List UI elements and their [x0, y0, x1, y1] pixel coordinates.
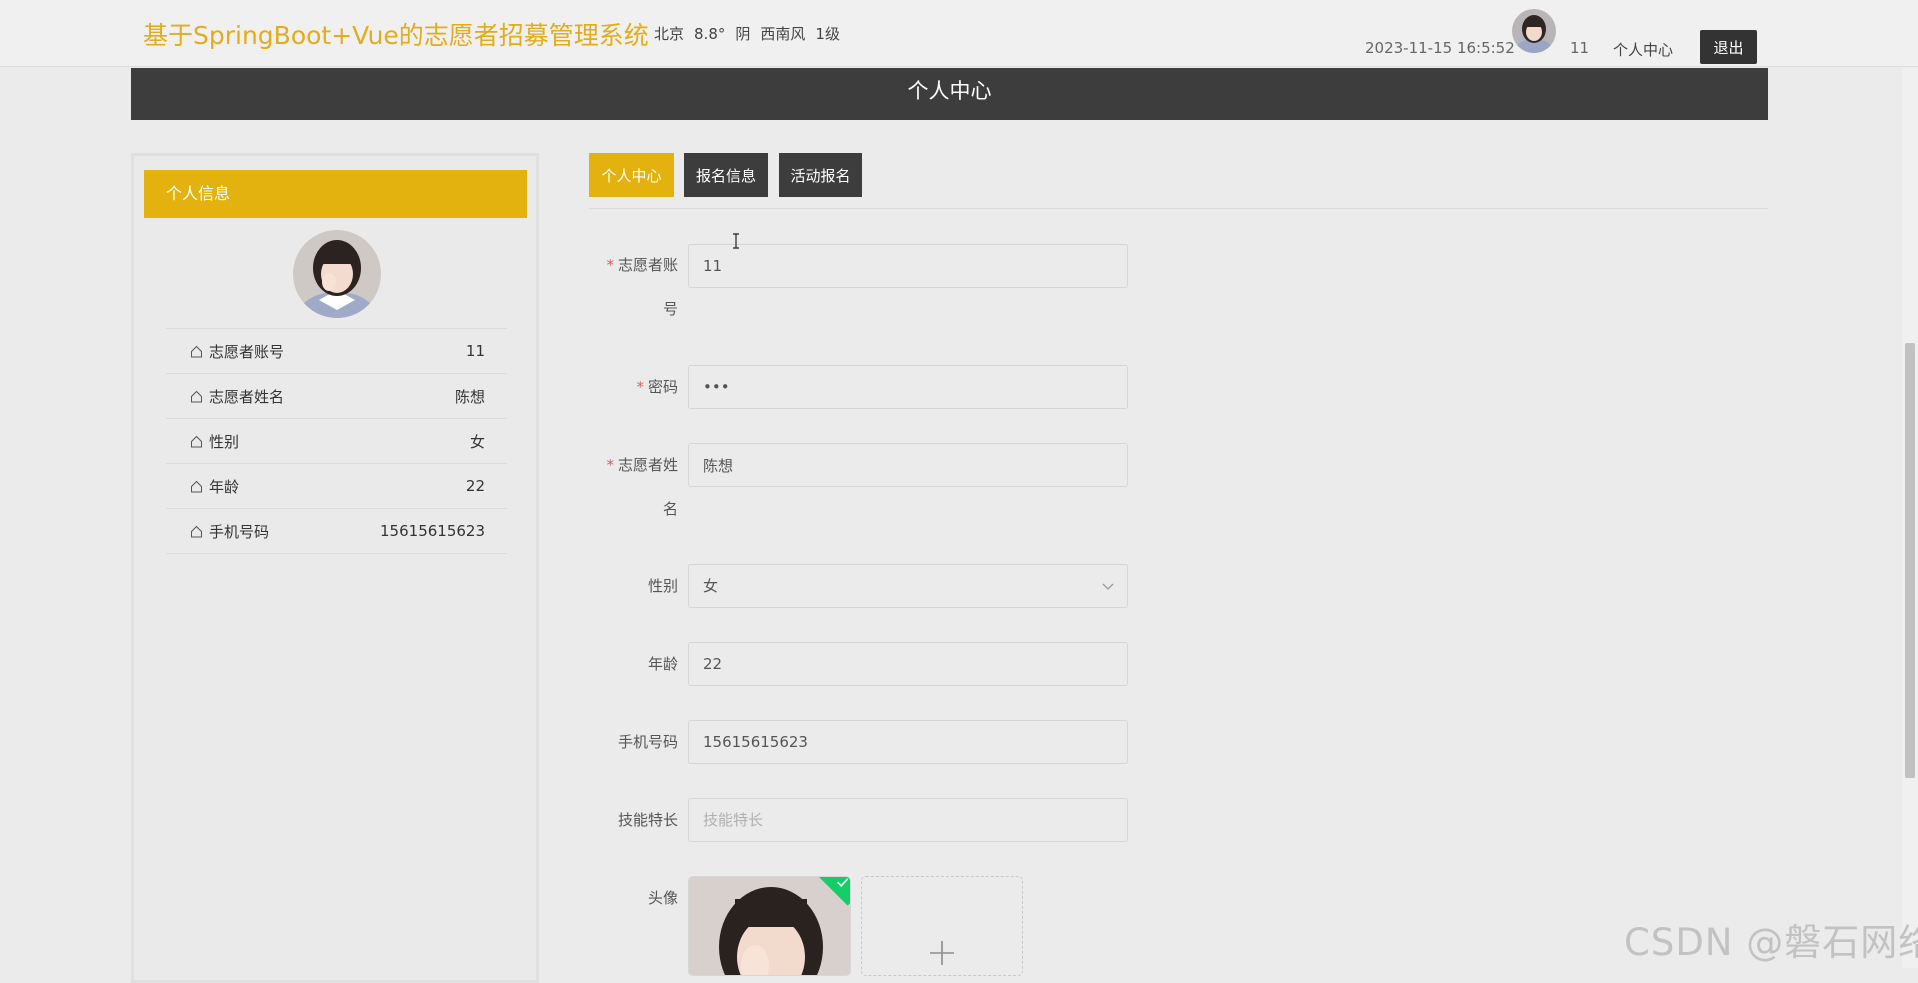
- tabs-divider: [589, 208, 1768, 209]
- info-value: 11: [465, 342, 485, 360]
- user-avatar[interactable]: [1512, 9, 1556, 53]
- account-label: * 志愿者账: [606, 256, 678, 274]
- uploaded-avatar-thumbnail[interactable]: [688, 876, 851, 976]
- profile-link[interactable]: 个人中心: [1613, 39, 1673, 60]
- gender-label: 性别: [647, 577, 678, 595]
- password-label: * 密码: [636, 378, 678, 396]
- scrollbar-thumb[interactable]: [1905, 343, 1915, 778]
- password-input[interactable]: [688, 365, 1128, 409]
- info-label: 性别: [209, 432, 240, 451]
- tab-personal-center[interactable]: 个人中心: [589, 153, 674, 197]
- list-item: 志愿者姓名 陈想: [166, 374, 507, 419]
- info-value: 女: [469, 432, 485, 451]
- weather-temperature: 8.8°: [694, 25, 726, 43]
- tab-signup-info[interactable]: 报名信息: [684, 153, 768, 197]
- age-label: 年龄: [647, 655, 678, 673]
- weather-condition: 阴: [735, 25, 751, 43]
- page-scrollbar[interactable]: [1902, 68, 1918, 968]
- weather-info: 北京 8.8° 阴西南风 1级: [654, 23, 850, 44]
- name-label: * 志愿者姓: [606, 456, 678, 474]
- list-item: 手机号码 15615615623: [166, 509, 507, 554]
- gender-value: 女: [703, 577, 719, 595]
- name-label-wrap: 名: [662, 500, 678, 518]
- list-item: 性别 女: [166, 419, 507, 464]
- avatar-upload-button[interactable]: [861, 876, 1023, 976]
- info-value: 陈想: [454, 387, 485, 406]
- list-item: 年龄 22: [166, 464, 507, 509]
- info-label: 年龄: [209, 477, 240, 496]
- info-label: 志愿者账号: [209, 342, 285, 361]
- tab-activity-signup[interactable]: 活动报名: [779, 153, 862, 197]
- account-label-wrap: 号: [662, 300, 678, 318]
- home-icon: [190, 390, 203, 403]
- sidebar-title: 个人信息: [144, 170, 527, 218]
- text-cursor-icon: [731, 233, 741, 253]
- info-label: 志愿者姓名: [209, 387, 285, 406]
- plus-icon: [930, 941, 954, 965]
- profile-info-list: 志愿者账号 11 志愿者姓名 陈想 性别 女 年龄 22 手机号码 156156…: [166, 328, 507, 554]
- check-icon: [837, 878, 849, 887]
- phone-label: 手机号码: [617, 733, 678, 751]
- info-value: 22: [465, 477, 485, 495]
- name-input[interactable]: [688, 443, 1128, 487]
- page-title: 个人中心: [131, 68, 1768, 120]
- profile-avatar: [293, 230, 381, 318]
- list-item: 志愿者账号 11: [166, 329, 507, 374]
- username: 11: [1570, 39, 1590, 57]
- top-bar: 基于SpringBoot+Vue的志愿者招募管理系统 北京 8.8° 阴西南风 1级 …: [0, 0, 1918, 67]
- profile-sidebar: 个人信息 志愿者账号 11 志愿者姓名 陈想 性别 女 年龄 22 手机号码 1…: [131, 153, 539, 983]
- account-input[interactable]: [688, 244, 1128, 288]
- skills-label: 技能特长: [617, 811, 678, 829]
- chevron-down-icon: [1101, 565, 1115, 623]
- weather-city: 北京: [654, 25, 685, 43]
- phone-input[interactable]: [688, 720, 1128, 764]
- info-value: 15615615623: [380, 522, 485, 540]
- home-icon: [190, 525, 203, 538]
- site-title: 基于SpringBoot+Vue的志愿者招募管理系统: [143, 21, 649, 50]
- home-icon: [190, 480, 203, 493]
- weather-wind: 西南风: [760, 25, 806, 43]
- gender-select[interactable]: 女: [688, 564, 1128, 608]
- skills-input[interactable]: [688, 798, 1128, 842]
- logout-button[interactable]: 退出: [1700, 30, 1757, 64]
- avatar-label: 头像: [647, 889, 678, 907]
- watermark: CSDN @磐石网络: [1624, 921, 1918, 964]
- weather-level: 1级: [815, 25, 840, 43]
- current-datetime: 2023-11-15 16:5:52: [1365, 39, 1515, 57]
- home-icon: [190, 345, 203, 358]
- age-input[interactable]: [688, 642, 1128, 686]
- home-icon: [190, 435, 203, 448]
- info-label: 手机号码: [209, 522, 270, 541]
